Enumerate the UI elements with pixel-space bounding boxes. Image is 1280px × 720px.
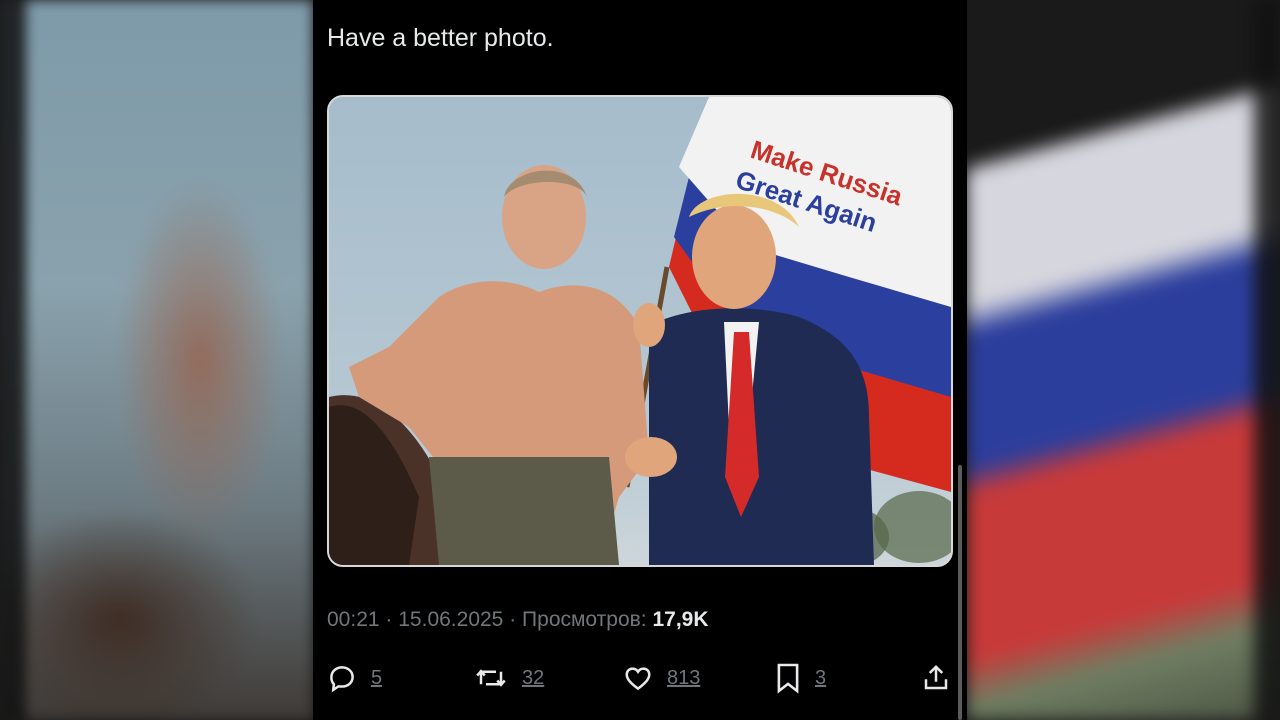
post-time[interactable]: 00:21 (327, 608, 380, 631)
post-meta: 00:21 · 15.06.2025 · Просмотров: 17,9K (327, 608, 709, 632)
repost-button[interactable]: 32 (474, 658, 544, 698)
bookmark-button[interactable]: 3 (775, 658, 826, 698)
bookmark-count: 3 (815, 666, 827, 689)
repost-count: 32 (522, 666, 545, 689)
post-card: Have a better photo. Make Russia Great A… (313, 0, 967, 720)
share-icon (924, 664, 948, 690)
like-button[interactable]: 813 (623, 658, 700, 698)
share-button[interactable] (921, 658, 951, 698)
scrollbar[interactable] (958, 465, 962, 720)
meta-separator: · (509, 608, 517, 631)
blurred-backdrop-left (0, 0, 313, 720)
post-date[interactable]: 15.06.2025 (398, 608, 503, 631)
like-count: 813 (667, 666, 701, 689)
repost-icon (476, 669, 506, 687)
meta-separator: · (385, 608, 393, 631)
post-image-graphic: Make Russia Great Again (329, 97, 951, 565)
reply-icon (330, 666, 354, 693)
post-actions: 5 32 813 3 (327, 658, 953, 698)
views-label: Просмотров: (522, 608, 647, 631)
blurred-backdrop-right (967, 0, 1280, 720)
reply-count: 5 (371, 666, 383, 689)
bookmark-icon (777, 663, 799, 694)
views-count: 17,9K (652, 608, 709, 631)
post-image[interactable]: Make Russia Great Again (327, 95, 953, 567)
heart-icon (625, 667, 651, 691)
post-text: Have a better photo. (327, 24, 554, 52)
reply-button[interactable]: 5 (327, 658, 382, 698)
